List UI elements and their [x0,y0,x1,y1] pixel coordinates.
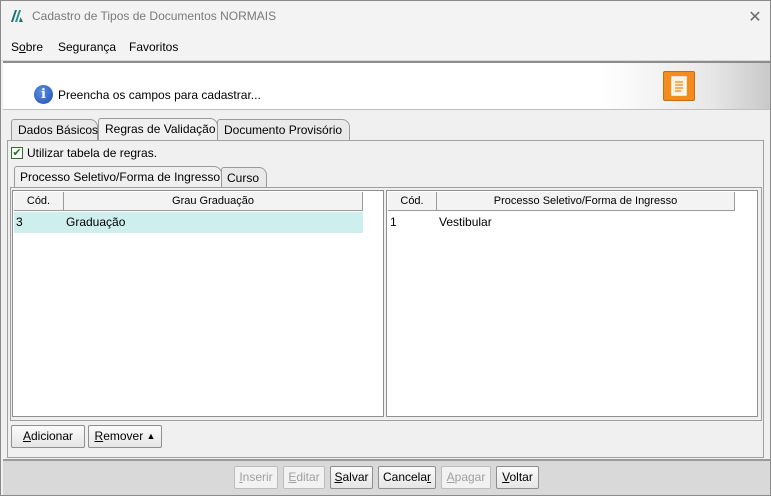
title-bar: Cadastro de Tipos de Documentos NORMAIS … [1,1,770,32]
processo-seletivo-table[interactable]: Cód. Processo Seletivo/Forma de Ingresso… [386,190,758,417]
cancelar-button[interactable]: Cancelar [378,466,436,489]
menu-bar: Sobre Segurança Favoritos [1,32,770,61]
close-icon: ✕ [748,8,762,26]
salvar-button[interactable]: Salvar [330,466,373,489]
voltar-button[interactable]: Voltar [496,466,539,489]
cell-code: 3 [16,215,23,229]
use-rules-label: Utilizar tabela de regras. [27,146,158,160]
use-rules-checkbox[interactable]: ✔ [11,147,23,159]
apagar-button[interactable]: Apagar [441,466,491,489]
main-window: Cadastro de Tipos de Documentos NORMAIS … [0,0,771,496]
tab-processo-seletivo[interactable]: Processo Seletivo/Forma de Ingresso [14,166,222,187]
document-icon [663,71,695,101]
grau-graduacao-table[interactable]: Cód. Grau Graduação 3 Graduação [12,190,384,417]
close-button[interactable]: ✕ [741,4,769,29]
remove-button[interactable]: Remover ▲ [88,425,162,448]
info-header: i Preencha os campos para cadastrar... [3,61,770,110]
column-header-cod[interactable]: Cód. [388,192,437,211]
info-icon: i [34,85,53,104]
column-header-processo[interactable]: Processo Seletivo/Forma de Ingresso [437,192,735,211]
app-logo-icon [11,10,23,22]
chevron-up-icon: ▲ [146,431,156,441]
add-button[interactable]: Adicionar [11,425,85,448]
column-header-cod[interactable]: Cód. [14,192,64,211]
window-title: Cadastro de Tipos de Documentos NORMAIS [32,9,277,23]
table-row[interactable]: 3 Graduação [14,212,363,233]
inserir-button[interactable]: Inserir [234,466,278,489]
column-header-grau[interactable]: Grau Graduação [64,192,363,211]
tab-curso[interactable]: Curso [221,167,267,187]
tab-dados-basicos[interactable]: Dados Básicos [11,119,98,140]
cell-code: 1 [390,215,397,229]
menu-sobre[interactable]: Sobre [11,40,43,54]
menu-seguranca[interactable]: Segurança [58,40,116,54]
cell-name: Graduação [66,215,126,229]
menu-favoritos[interactable]: Favoritos [129,40,178,54]
cell-name: Vestibular [439,215,492,229]
editar-button[interactable]: Editar [283,466,325,489]
tab-documento-provisorio[interactable]: Documento Provisório [217,119,350,140]
info-message: Preencha os campos para cadastrar... [58,88,261,102]
tab-regras-de-validacao[interactable]: Regras de Validação [98,118,218,140]
table-row[interactable]: 1 Vestibular [388,212,735,233]
